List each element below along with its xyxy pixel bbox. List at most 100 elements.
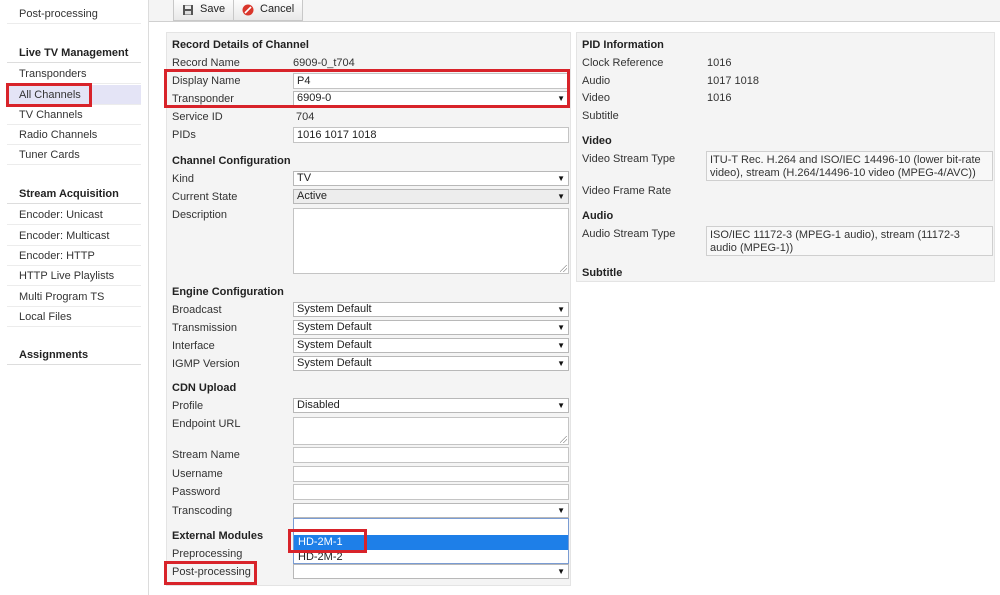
chevron-down-icon: ▼ [557,401,565,410]
sidebar-item-radio-channels[interactable]: Radio Channels [7,125,141,145]
audio-heading: Audio [582,210,614,222]
video-frame-rate-label: Video Frame Rate [582,185,672,197]
current-state-label: Current State [172,191,238,203]
igmp-version-label: IGMP Version [172,358,240,370]
description-label: Description [172,209,228,221]
audio-stream-type-line1: ISO/IEC 11172-3 (MPEG-1 audio), stream (… [710,229,960,241]
audio-stream-type-value: ISO/IEC 11172-3 (MPEG-1 audio), stream (… [706,226,993,256]
endpoint-url-textarea[interactable] [293,417,569,445]
video-stream-type-line2: video), stream (H.264/14496-10 video (MP… [710,167,976,179]
chevron-down-icon: ▼ [557,506,565,515]
chevron-down-icon: ▼ [557,323,565,332]
transmission-select[interactable]: System Default ▼ [293,320,569,335]
igmp-version-value: System Default [297,357,372,369]
interface-label: Interface [172,340,215,352]
sidebar-item-http-live-playlists[interactable]: HTTP Live Playlists [7,266,141,286]
sidebar-divider [148,0,149,595]
chevron-down-icon: ▼ [557,341,565,350]
password-label: Password [172,486,221,498]
audio-stream-type-label: Audio Stream Type [582,228,676,240]
profile-label: Profile [172,400,204,412]
cdn-upload-heading: CDN Upload [172,382,237,394]
current-state-value: Active [297,190,327,202]
video-pid-label: Video [582,92,610,104]
profile-select[interactable]: Disabled ▼ [293,398,569,413]
pids-input[interactable]: 1016 1017 1018 [293,127,569,143]
chevron-down-icon: ▼ [557,305,565,314]
save-button-label: Save [200,3,226,15]
sidebar-item-tuner-cards[interactable]: Tuner Cards [7,145,141,165]
endpoint-url-label: Endpoint URL [172,418,241,430]
video-stream-type-label: Video Stream Type [582,153,676,165]
engine-config-heading: Engine Configuration [172,286,284,298]
chevron-down-icon: ▼ [557,567,565,576]
kind-label: Kind [172,173,195,185]
kind-value: TV [297,172,312,184]
username-input[interactable] [293,466,569,482]
kind-select[interactable]: TV ▼ [293,171,569,186]
broadcast-label: Broadcast [172,304,222,316]
chevron-down-icon: ▼ [557,359,565,368]
interface-value: System Default [297,339,372,351]
clock-reference-value: 1016 [707,57,732,69]
save-button[interactable]: Save [173,0,235,21]
toolbar: Save Cancel [149,0,1000,22]
transmission-label: Transmission [172,322,237,334]
subtitle-pid-label: Subtitle [582,110,619,122]
username-label: Username [172,468,223,480]
sidebar-item-multi-program-ts[interactable]: Multi Program TS [7,287,141,307]
record-details-heading: Record Details of Channel [172,39,309,51]
audio-stream-type-line2: audio (MPEG-1)) [710,242,794,254]
sidebar-item-encoder-multicast[interactable]: Encoder: Multicast [7,226,141,246]
resize-grip-icon[interactable] [560,265,567,272]
pid-info-heading: PID Information [582,39,664,51]
sidebar-item-encoder-http[interactable]: Encoder: HTTP [7,246,141,266]
sidebar-item-encoder-unicast[interactable]: Encoder: Unicast [7,205,141,225]
cancel-button[interactable]: Cancel [233,0,304,21]
sidebar-item-local-files[interactable]: Local Files [7,307,141,327]
highlight-postprocessing [164,561,257,585]
postprocessing-select[interactable]: ▼ [293,564,569,579]
transcoding-label: Transcoding [172,505,233,517]
profile-value: Disabled [297,399,340,411]
broadcast-select[interactable]: System Default ▼ [293,302,569,317]
video-stream-type-line1: ITU-T Rec. H.264 and ISO/IEC 14496-10 (l… [710,154,981,166]
password-input[interactable] [293,484,569,500]
igmp-version-select[interactable]: System Default ▼ [293,356,569,371]
pids-label: PIDs [172,129,196,141]
subtitle-heading: Subtitle [582,267,623,279]
service-id-label: Service ID [172,111,223,123]
chevron-down-icon: ▼ [557,192,565,201]
chevron-down-icon: ▼ [557,174,565,183]
highlight-all-channels [6,83,92,107]
transcoding-select[interactable]: ▼ [293,503,569,518]
stream-name-input[interactable] [293,447,569,463]
description-textarea[interactable] [293,208,569,274]
cancel-icon [242,4,254,16]
sidebar-section-live-tv: Live TV Management [7,43,141,63]
current-state-select[interactable]: Active ▼ [293,189,569,204]
sidebar-item-tv-channels[interactable]: TV Channels [7,105,141,125]
external-modules-heading: External Modules [172,530,264,542]
transmission-value: System Default [297,321,372,333]
sidebar-section-stream-acquisition: Stream Acquisition [7,184,141,204]
sidebar-item-post-processing[interactable]: Post-processing [7,4,141,24]
video-stream-type-value: ITU-T Rec. H.264 and ISO/IEC 14496-10 (l… [706,151,993,181]
video-pid-value: 1016 [707,92,732,104]
audio-pid-label: Audio [582,75,611,87]
stream-name-label: Stream Name [172,449,240,461]
cancel-button-label: Cancel [260,3,295,15]
clock-reference-label: Clock Reference [582,57,664,69]
channel-config-heading: Channel Configuration [172,155,291,167]
save-icon [183,5,193,15]
highlight-display-transponder [164,69,570,108]
sidebar-item-transponders[interactable]: Transponders [7,64,141,84]
resize-grip-icon[interactable] [560,436,567,443]
broadcast-value: System Default [297,303,372,315]
service-id-value: 704 [296,111,315,123]
audio-pid-value: 1017 1018 [707,75,759,87]
highlight-hd-2m-1 [288,529,367,553]
video-heading: Video [582,135,612,147]
sidebar-section-assignments[interactable]: Assignments [7,345,141,365]
interface-select[interactable]: System Default ▼ [293,338,569,353]
